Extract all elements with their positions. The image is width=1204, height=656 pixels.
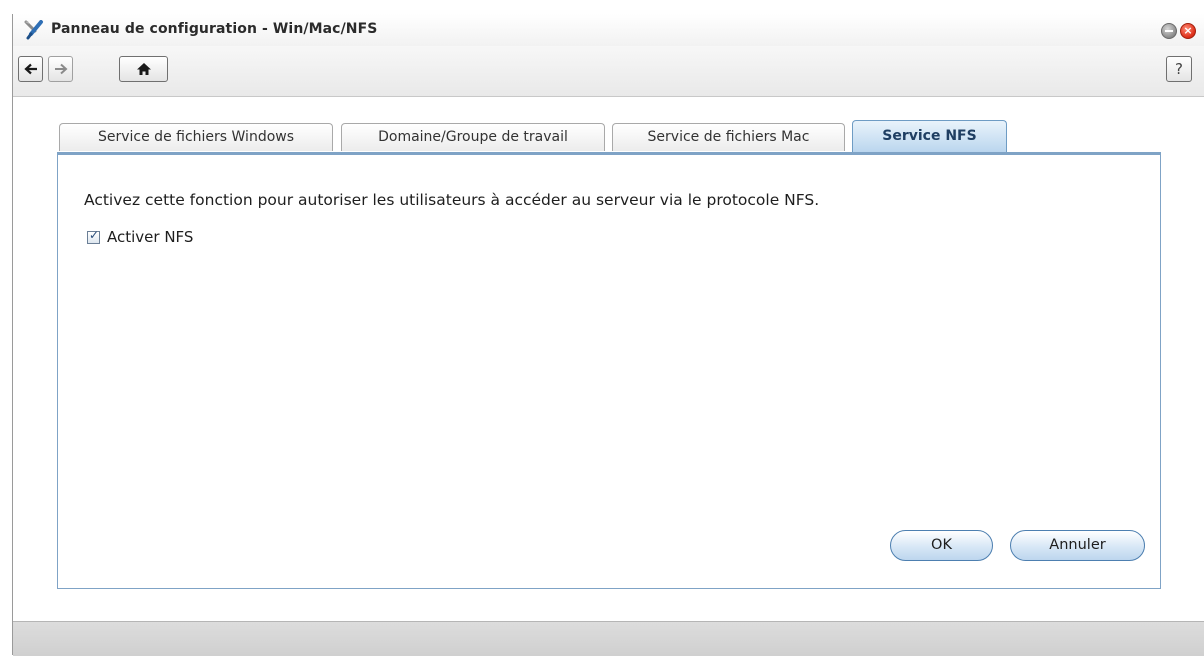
control-panel-window: Panneau de configuration - Win/Mac/NFS ×… <box>12 14 1204 656</box>
minimize-button[interactable] <box>1161 23 1177 39</box>
tab-domain-workgroup[interactable]: Domaine/Groupe de travail <box>341 123 605 151</box>
tab-windows-file-service[interactable]: Service de fichiers Windows <box>59 123 333 151</box>
home-icon <box>136 63 151 75</box>
enable-nfs-label[interactable]: Activer NFS <box>107 228 193 246</box>
tab-nfs-service[interactable]: Service NFS <box>852 120 1007 153</box>
control-panel-tools-icon <box>23 20 45 40</box>
toolbar: ? <box>13 46 1204 97</box>
window-title: Panneau de configuration - Win/Mac/NFS <box>51 21 378 37</box>
nfs-description: Activez cette fonction pour autoriser le… <box>84 191 820 209</box>
nfs-settings-panel: Activez cette fonction pour autoriser le… <box>57 152 1161 589</box>
home-button[interactable] <box>119 56 168 82</box>
arrow-left-icon <box>23 63 37 75</box>
close-icon: × <box>1183 24 1193 37</box>
ok-button[interactable]: OK <box>890 530 993 561</box>
enable-nfs-checkbox[interactable] <box>87 228 100 244</box>
help-button[interactable]: ? <box>1166 56 1192 82</box>
enable-nfs-row[interactable]: Activer NFS <box>87 228 193 246</box>
tab-mac-file-service[interactable]: Service de fichiers Mac <box>612 123 845 151</box>
title-bar[interactable]: Panneau de configuration - Win/Mac/NFS × <box>13 14 1204 46</box>
arrow-right-icon <box>54 63 67 75</box>
main-content: Service de fichiers Windows Domaine/Grou… <box>13 97 1204 621</box>
cancel-button[interactable]: Annuler <box>1010 530 1145 561</box>
close-button[interactable]: × <box>1180 23 1196 39</box>
back-button[interactable] <box>18 56 43 82</box>
status-bar <box>13 621 1204 656</box>
forward-button[interactable] <box>48 56 73 82</box>
